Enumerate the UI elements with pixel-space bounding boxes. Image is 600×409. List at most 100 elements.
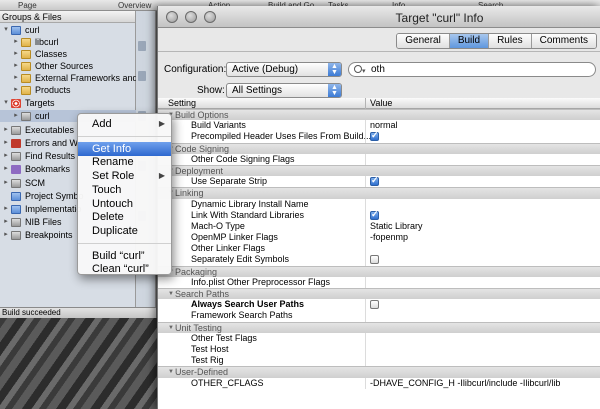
- tab-general[interactable]: General: [397, 34, 450, 48]
- target-info-window: Target "curl" Info General Build Rules Comm…: [157, 6, 600, 409]
- tab-build[interactable]: Build: [449, 34, 490, 48]
- setting-row-other-code-signing-flags[interactable]: Other Code Signing Flags: [158, 153, 600, 165]
- menu-item-get-info[interactable]: Get Info: [78, 141, 171, 156]
- setting-row-always-search-user-paths[interactable]: Always Search User Paths: [158, 299, 600, 311]
- checkbox-unchecked[interactable]: [370, 255, 379, 265]
- menu-item-rename[interactable]: Rename: [78, 155, 171, 169]
- toolbar-overview[interactable]: Overview: [118, 1, 151, 10]
- tab-rules[interactable]: Rules: [489, 34, 532, 48]
- configuration-value: Active (Debug): [232, 64, 299, 75]
- strip-tab[interactable]: [138, 71, 146, 81]
- setting-row-dynamic-library-install-name[interactable]: Dynamic Library Install Name: [158, 198, 600, 210]
- menu-item-delete[interactable]: Delete: [78, 210, 171, 224]
- disclosure-closed-icon[interactable]: ▸: [2, 124, 10, 136]
- setting-name: Other Linker Flags: [191, 243, 266, 254]
- disclosure-closed-icon[interactable]: ▸: [2, 163, 10, 175]
- disclosure-closed-icon[interactable]: ▸: [2, 137, 10, 149]
- tree-item-external-frameworks-and[interactable]: ▸ External Frameworks and: [0, 72, 138, 84]
- setting-row-link-with-standard-libraries[interactable]: Link With Standard Libraries: [158, 209, 600, 221]
- tab-bar: General Build Rules Comments: [158, 28, 600, 52]
- setting-row-other-linker-flags[interactable]: Other Linker Flags: [158, 243, 600, 255]
- checkbox-checked[interactable]: [370, 130, 379, 142]
- disclosure-closed-icon[interactable]: ▸: [2, 203, 10, 215]
- menu-item-build-curl[interactable]: Build “curl”: [78, 249, 171, 263]
- window-title: Target "curl" Info: [395, 11, 484, 25]
- setting-name: Mach-O Type: [191, 220, 245, 231]
- setting-row-precompiled-header-uses-files-from-build[interactable]: Precompiled Header Uses Files From Build…: [158, 130, 600, 143]
- toolbar-page[interactable]: Page: [18, 1, 37, 10]
- category-deployment[interactable]: ▼Deployment: [158, 164, 600, 177]
- config-area: Configuration: Active (Debug) ▲ ▼ ▾ oth S…: [158, 52, 600, 98]
- tree-item-other-sources[interactable]: ▸ Other Sources: [0, 60, 136, 72]
- disclosure-closed-icon[interactable]: ▸: [12, 72, 20, 84]
- configuration-label: Configuration:: [164, 64, 227, 75]
- category-build-options[interactable]: ▼Build Options: [158, 109, 600, 121]
- setting-value[interactable]: Static Library: [370, 221, 423, 232]
- search-input[interactable]: ▾ oth: [348, 62, 596, 77]
- disclosure-closed-icon[interactable]: ▸: [2, 229, 10, 241]
- menu-item-clean-curl[interactable]: Clean “curl”: [78, 262, 171, 276]
- setting-row-test-rig[interactable]: Test Rig: [158, 355, 600, 367]
- setting-value[interactable]: -fopenmp: [370, 232, 408, 243]
- disclosure-closed-icon[interactable]: ▸: [12, 36, 20, 48]
- configuration-popup[interactable]: Active (Debug) ▲ ▼: [226, 62, 342, 77]
- setting-row-other-test-flags[interactable]: Other Test Flags: [158, 332, 600, 344]
- menu-item-duplicate[interactable]: Duplicate: [78, 224, 171, 238]
- tabs-segmented: General Build Rules Comments: [396, 33, 597, 49]
- disclosure-closed-icon[interactable]: ▸: [12, 60, 20, 72]
- target-app-icon: [21, 112, 31, 121]
- tab-comments[interactable]: Comments: [531, 34, 596, 48]
- disclosure-closed-icon[interactable]: ▸: [2, 177, 10, 189]
- menu-item-add[interactable]: Add ▶: [78, 117, 171, 131]
- checkbox-unchecked[interactable]: [370, 300, 379, 310]
- value-column-header[interactable]: Value: [370, 98, 392, 109]
- title-bar[interactable]: Target "curl" Info: [158, 6, 600, 28]
- setting-column-header[interactable]: Setting: [168, 98, 196, 109]
- category-search-paths[interactable]: ▼ Search Paths: [158, 288, 600, 300]
- tree-item-targets[interactable]: ▾ Targets: [0, 97, 136, 109]
- column-divider[interactable]: [365, 98, 366, 109]
- setting-value[interactable]: -DHAVE_CONFIG_H -Ilibcurl/include -Ilibc…: [370, 378, 560, 389]
- disclosure-open-icon[interactable]: ▾: [2, 24, 10, 36]
- category-user-defined[interactable]: ▼ User-Defined: [158, 366, 600, 378]
- disclosure-closed-icon[interactable]: ▸: [12, 48, 20, 60]
- category-unit-testing[interactable]: ▼ Unit Testing: [158, 321, 600, 333]
- setting-name: Link With Standard Libraries: [191, 209, 305, 220]
- setting-row-use-separate-strip[interactable]: Use Separate Strip: [158, 175, 600, 188]
- menu-item-label: Get Info: [92, 142, 132, 155]
- tree-item-libcurl[interactable]: ▸ libcurl: [0, 36, 136, 48]
- setting-row-build-variants[interactable]: Build Variants normal: [158, 120, 600, 132]
- setting-row-separately-edit-symbols[interactable]: Separately Edit Symbols: [158, 254, 600, 266]
- setting-row-info-plist-other-preprocessor-flags[interactable]: Info.plist Other Preprocessor Flags: [158, 276, 600, 288]
- nib-icon: [11, 218, 21, 227]
- scm-icon: [11, 179, 21, 188]
- menu-item-touch[interactable]: Touch: [78, 183, 171, 197]
- setting-row-test-host[interactable]: Test Host: [158, 343, 600, 356]
- menu-item-untouch[interactable]: Untouch: [78, 197, 171, 211]
- tree-item-label: Bookmarks: [25, 164, 71, 174]
- column-separator: [365, 243, 366, 255]
- disclosure-closed-icon[interactable]: ▸: [2, 216, 10, 228]
- category-code-signing[interactable]: ▼Code Signing: [158, 142, 600, 154]
- setting-row-framework-search-paths[interactable]: Framework Search Paths: [158, 310, 600, 322]
- setting-row-mach-o-type[interactable]: Mach-O Type Static Library: [158, 220, 600, 233]
- disclosure-open-icon[interactable]: ▾: [2, 97, 10, 109]
- disclosure-closed-icon[interactable]: ▸: [2, 150, 10, 162]
- tree-item-classes[interactable]: ▸ Classes: [0, 48, 136, 60]
- checkbox-checked[interactable]: [370, 209, 379, 220]
- setting-row-other-cflags[interactable]: OTHER_CFLAGS -DHAVE_CONFIG_H -Ilibcurl/in…: [158, 377, 600, 389]
- disclosure-closed-icon[interactable]: ▸: [12, 84, 20, 96]
- setting-name: Dynamic Library Install Name: [191, 198, 309, 209]
- tree-item-label: Classes: [35, 49, 68, 59]
- menu-item-set-role[interactable]: Set Role ▶: [78, 169, 171, 183]
- category-packaging[interactable]: ▼Packaging: [158, 265, 600, 277]
- setting-row-openmp-linker-flags[interactable]: OpenMP Linker Flags -fopenmp: [158, 232, 600, 244]
- show-popup[interactable]: All Settings ▲ ▼: [226, 83, 342, 98]
- strip-tab[interactable]: [138, 41, 146, 51]
- menu-separator: [78, 135, 171, 137]
- category-linking[interactable]: ▼Linking: [158, 187, 600, 199]
- tree-item-curl[interactable]: ▾ curl: [0, 24, 136, 36]
- tree-item-products[interactable]: ▸ Products: [0, 84, 136, 96]
- checkbox-checked[interactable]: [370, 175, 379, 186]
- disclosure-closed-icon[interactable]: ▸: [12, 110, 20, 122]
